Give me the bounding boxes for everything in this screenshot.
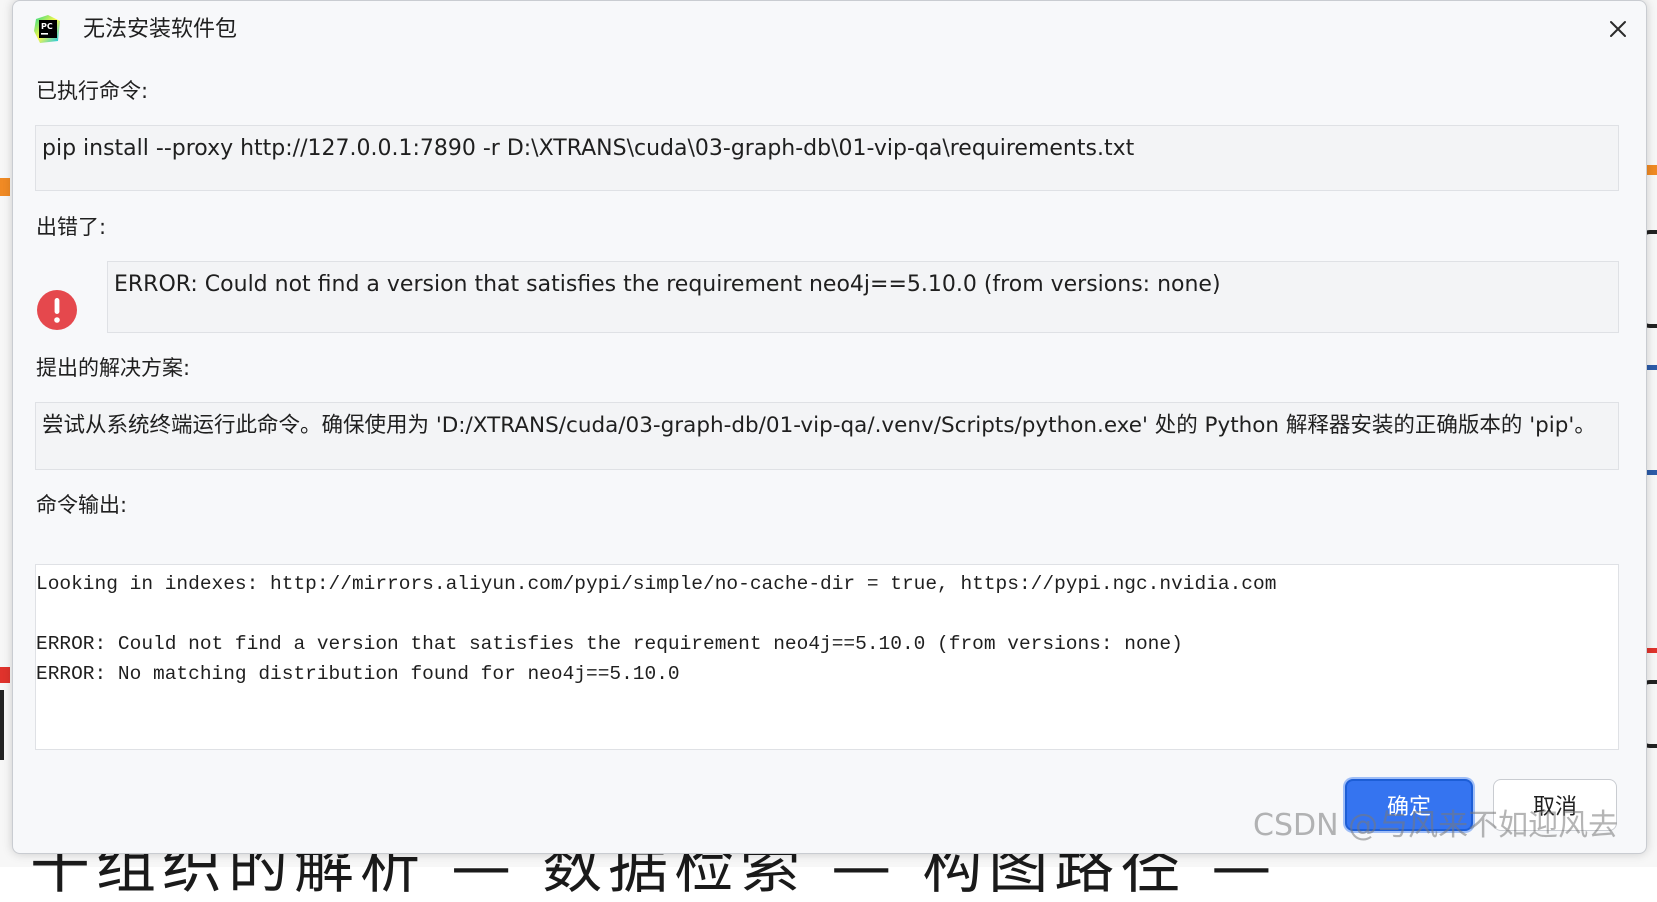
dialog-title: 无法安装软件包 <box>83 17 238 42</box>
dialog-titlebar: PC 无法安装软件包 <box>13 1 1646 57</box>
install-error-dialog: PC 无法安装软件包 已执行命令: pip install --proxy ht… <box>12 0 1647 854</box>
pycharm-logo-icon: PC <box>34 15 60 43</box>
error-message-field[interactable]: ERROR: Could not find a version that sat… <box>107 261 1619 333</box>
executed-command-text: pip install --proxy http://127.0.0.1:789… <box>42 136 1135 161</box>
watermark: CSDN @与风来不如迎风去 <box>1253 808 1619 843</box>
svg-text:PC: PC <box>41 22 53 31</box>
error-message-text: ERROR: Could not find a version that sat… <box>114 272 1221 297</box>
background-decoration <box>0 667 10 683</box>
command-output-area[interactable]: Looking in indexes: http://mirrors.aliyu… <box>35 564 1619 750</box>
background-decoration <box>0 690 12 760</box>
executed-command-label: 已执行命令: <box>36 79 149 103</box>
output-line: ERROR: Could not find a version that sat… <box>36 633 1183 655</box>
solution-label: 提出的解决方案: <box>36 356 191 380</box>
output-line: ERROR: No matching distribution found fo… <box>36 663 680 685</box>
background-decoration <box>0 178 10 196</box>
solution-text: 尝试从系统终端运行此命令。确保使用为 'D:/XTRANS/cuda/03-gr… <box>42 413 1596 438</box>
output-line: Looking in indexes: http://mirrors.aliyu… <box>36 573 1277 595</box>
error-label: 出错了: <box>36 215 107 239</box>
executed-command-field[interactable]: pip install --proxy http://127.0.0.1:789… <box>35 125 1619 191</box>
close-icon <box>1610 21 1626 37</box>
command-output-label: 命令输出: <box>36 493 128 517</box>
solution-field[interactable]: 尝试从系统终端运行此命令。确保使用为 'D:/XTRANS/cuda/03-gr… <box>35 402 1619 470</box>
close-button[interactable] <box>1602 13 1634 45</box>
error-icon <box>37 290 77 330</box>
